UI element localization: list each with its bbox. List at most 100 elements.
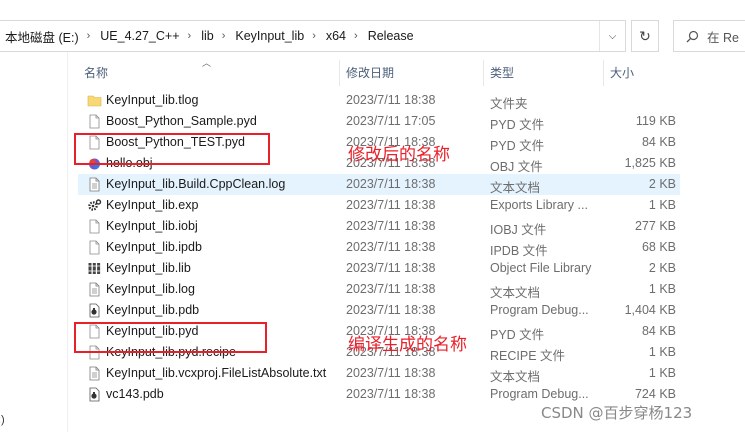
file-date: 2023/7/11 18:38 [346,219,436,233]
gear-file-icon [87,198,102,213]
file-row[interactable]: KeyInput_lib.ipdb 2023/7/11 18:38 IPDB 文件 6… [78,237,680,258]
column-header-type[interactable]: 类型 [484,60,604,86]
column-header-type-label: 类型 [490,66,515,80]
refresh-button[interactable]: ↻ [631,20,659,52]
navigation-pane[interactable] [0,52,68,432]
file-icon [87,240,102,255]
file-size: 119 KB [635,114,676,128]
file-row[interactable]: KeyInput_lib.Build.CppClean.log 2023/7/11… [78,174,680,195]
file-type: Program Debug... [490,387,589,401]
file-size: 84 KB [641,324,676,338]
file-row[interactable]: KeyInput_lib.pdb 2023/7/11 18:38 Program D… [78,300,680,321]
file-size: 1 KB [648,366,676,380]
file-row[interactable]: KeyInput_lib.log 2023/7/11 18:38 文本文档 1 KB [78,279,680,300]
file-row[interactable]: Boost_Python_Sample.pyd 2023/7/11 17:05 PY… [78,111,680,132]
file-type: 文本文档 [490,181,541,195]
file-date: 2023/7/11 18:38 [346,282,436,296]
breadcrumb-separator-icon[interactable]: › [82,30,96,42]
breadcrumb-lib[interactable]: lib [196,29,217,43]
column-header-size[interactable]: 大小 [604,60,680,86]
file-name[interactable]: KeyInput_lib.exp [106,198,198,212]
file-size: 1 KB [648,282,676,296]
file-name[interactable]: KeyInput_lib.lib [106,261,191,275]
file-type: RECIPE 文件 [490,349,566,363]
file-date: 2023/7/11 18:38 [346,303,436,317]
file-name[interactable]: Boost_Python_Sample.pyd [106,114,257,128]
breadcrumb-release[interactable]: Release [363,29,417,43]
file-date: 2023/7/11 18:38 [346,387,436,401]
file-size: 724 KB [634,387,676,401]
file-date: 2023/7/11 17:05 [346,114,436,128]
file-type: 文件夹 [490,97,528,111]
file-name[interactable]: KeyInput_lib.log [106,282,195,296]
file-date: 2023/7/11 18:38 [346,93,436,107]
file-row[interactable]: KeyInput_lib.lib 2023/7/11 18:38 Object Fi… [78,258,680,279]
file-name[interactable]: KeyInput_lib.vcxproj.FileListAbsolute.tx… [106,366,326,380]
file-size: 1,404 KB [624,303,676,317]
column-header-date[interactable]: 修改日期 [340,60,484,86]
annotation-box-renamed [74,133,270,165]
file-size: 277 KB [634,219,676,233]
file-row[interactable]: KeyInput_lib.iobj 2023/7/11 18:38 IOBJ 文件 2… [78,216,680,237]
file-icon [87,219,102,234]
annotation-generated-label: 编译生成的名称 [348,335,467,355]
file-type: IOBJ 文件 [490,223,547,237]
file-type: Object File Library [490,261,592,275]
file-type: 文本文档 [490,370,541,384]
file-date: 2023/7/11 18:38 [346,198,436,212]
file-size: 68 KB [641,240,676,254]
chevron-down-icon: ⌵ [608,30,617,42]
breadcrumb-keyinput[interactable]: KeyInput_lib [230,29,307,43]
column-header-name[interactable]: 名称 [78,60,340,86]
file-size: 1,825 KB [624,156,676,170]
address-toolbar: 本地磁盘 (E:) › UE_4.27_C++ › lib › KeyInput… [0,20,745,52]
text-file-icon [87,366,102,381]
file-name[interactable]: KeyInput_lib.pdb [106,303,199,317]
file-type: 文本文档 [490,286,541,300]
file-size: 1 KB [648,345,676,359]
column-header-name-label: 名称 [84,66,109,80]
pdb-icon [87,387,102,402]
breadcrumb-x64[interactable]: x64 [321,29,349,43]
file-name[interactable]: KeyInput_lib.Build.CppClean.log [106,177,285,191]
file-name[interactable]: KeyInput_lib.tlog [106,93,198,107]
text-file-icon [87,282,102,297]
search-icon [686,30,699,42]
file-type: PYD 文件 [490,328,545,342]
address-bar[interactable]: 本地磁盘 (E:) › UE_4.27_C++ › lib › KeyInput… [0,20,626,52]
file-row[interactable]: KeyInput_lib.vcxproj.FileListAbsolute.tx… [78,363,680,384]
column-header-date-label: 修改日期 [346,66,395,80]
file-date: 2023/7/11 18:38 [346,261,436,275]
breadcrumb-separator-icon[interactable]: › [217,30,231,42]
file-size: 2 KB [648,261,676,275]
file-type: Program Debug... [490,303,589,317]
refresh-icon: ↻ [639,27,651,44]
file-size: 84 KB [641,135,676,149]
column-header-size-label: 大小 [610,66,635,80]
search-box[interactable]: 在 Re [673,20,745,52]
text-file-icon [87,177,102,192]
file-type: IPDB 文件 [490,244,548,258]
file-date: 2023/7/11 18:38 [346,177,436,191]
file-type: OBJ 文件 [490,160,543,174]
breadcrumb-separator-icon[interactable]: › [183,30,197,42]
breadcrumb-separator-icon[interactable]: › [307,30,321,42]
breadcrumb-drive[interactable]: 本地磁盘 (E:) [0,27,82,46]
pdb-icon [87,303,102,318]
watermark: CSDN @百步穿杨123 [541,404,693,422]
library-icon [87,261,102,276]
file-row[interactable]: KeyInput_lib.tlog 2023/7/11 18:38 文件夹 [78,90,680,111]
file-name[interactable]: vc143.pdb [106,387,164,401]
breadcrumb-ue[interactable]: UE_4.27_C++ [95,29,182,43]
breadcrumb-separator-icon[interactable]: › [349,30,363,42]
file-name[interactable]: KeyInput_lib.iobj [106,219,198,233]
search-placeholder: 在 Re [707,30,739,45]
file-type: Exports Library ... [490,198,588,212]
file-row[interactable]: KeyInput_lib.exp 2023/7/11 18:38 Exports L… [78,195,680,216]
column-header-row: ︿ 名称 修改日期 类型 大小 [78,58,680,86]
address-history-button[interactable]: ⌵ [599,21,625,51]
file-date: 2023/7/11 18:38 [346,366,436,380]
folder-icon [87,93,102,108]
file-name[interactable]: KeyInput_lib.ipdb [106,240,202,254]
file-type: PYD 文件 [490,118,545,132]
